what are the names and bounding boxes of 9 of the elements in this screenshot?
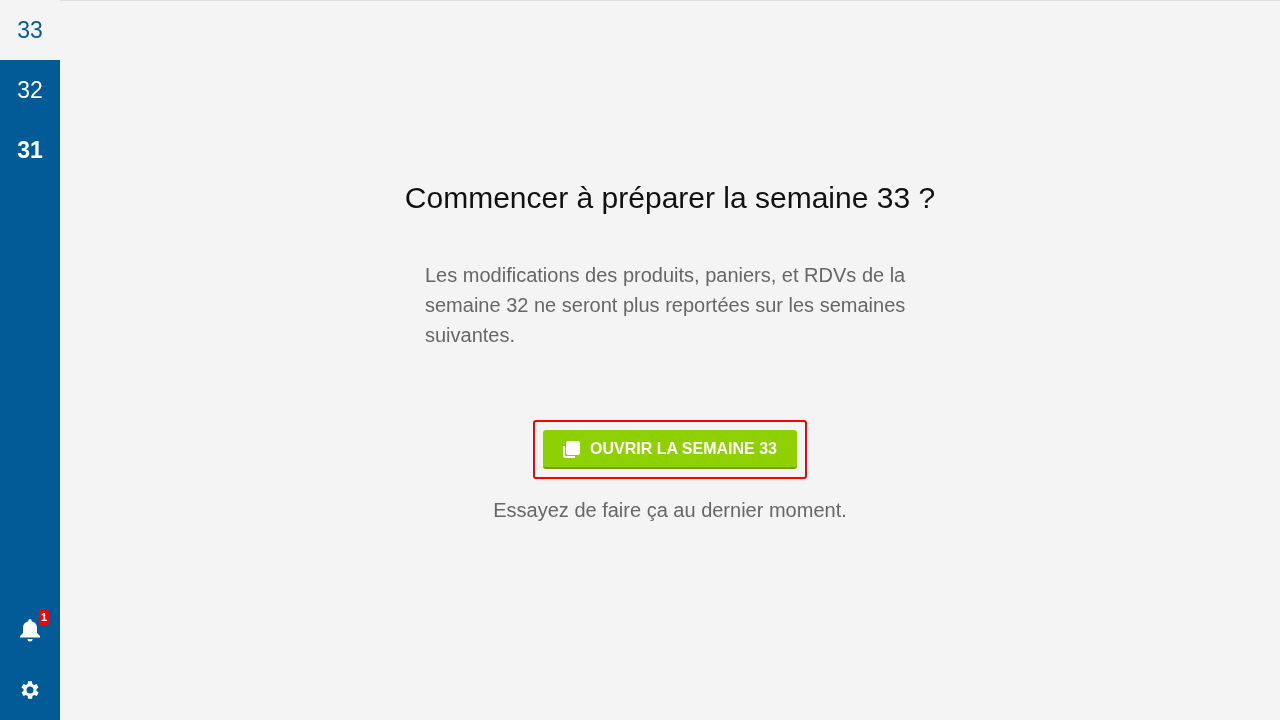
week-tab[interactable]: 33 bbox=[0, 0, 60, 60]
week-tab[interactable]: 31 bbox=[0, 120, 60, 180]
week-tab[interactable]: 32 bbox=[0, 60, 60, 120]
hint-text: Essayez de faire ça au dernier moment. bbox=[493, 499, 847, 522]
bell-icon[interactable] bbox=[19, 618, 41, 642]
page-title: Commencer à préparer la semaine 33 ? bbox=[404, 181, 936, 215]
copy-icon bbox=[563, 440, 580, 458]
notification-badge: 1 bbox=[39, 610, 50, 625]
description-text: Les modifications des produits, paniers, et RDVs de la semaine 32 ne seront plus reportées sur les semaines suivantes. bbox=[425, 263, 907, 348]
